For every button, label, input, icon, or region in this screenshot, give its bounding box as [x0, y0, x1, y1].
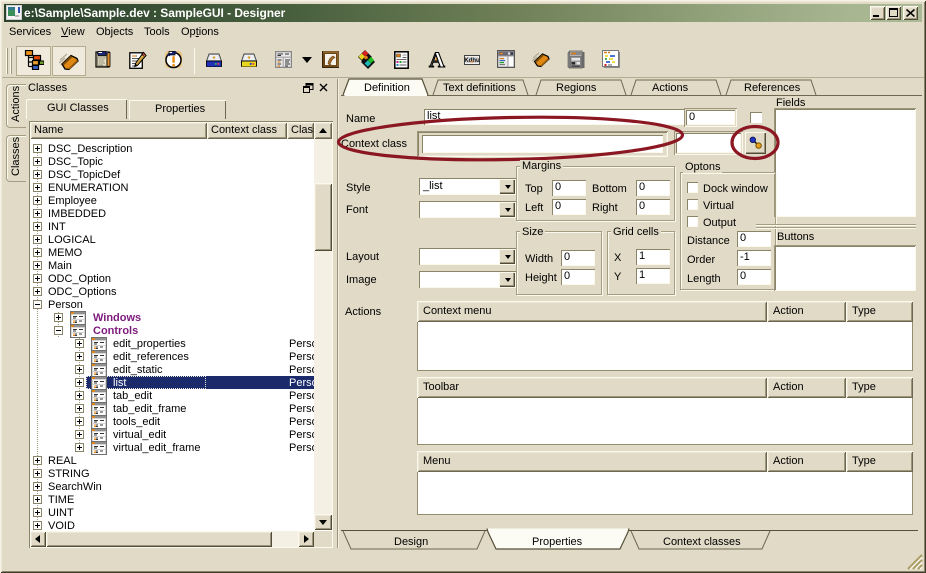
- svg-text:A: A: [429, 49, 445, 70]
